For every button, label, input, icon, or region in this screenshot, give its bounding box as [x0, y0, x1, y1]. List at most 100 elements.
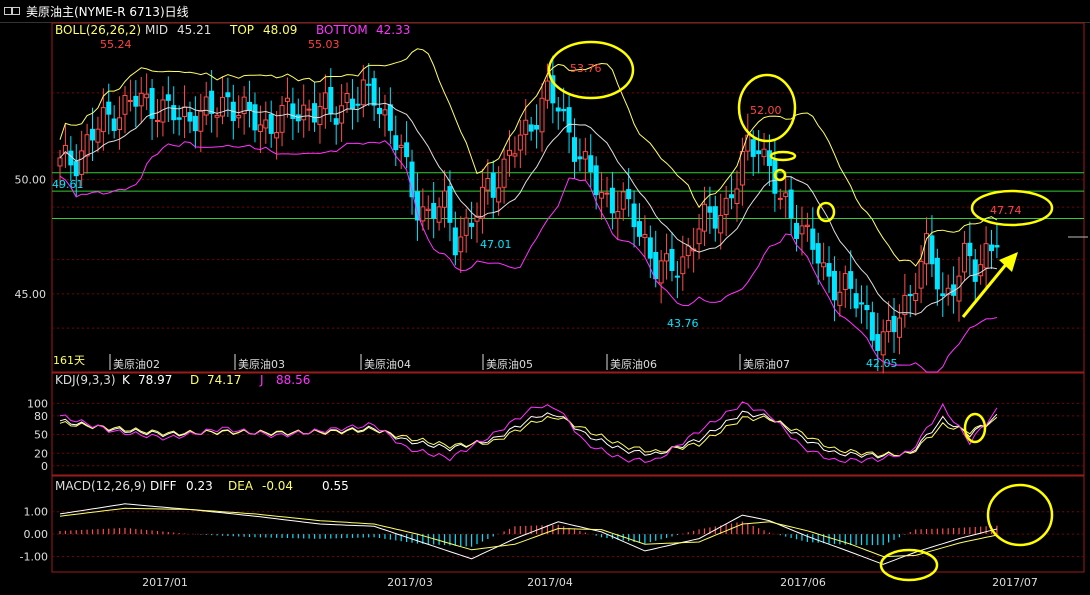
candle-body — [983, 243, 989, 269]
candle-body — [458, 236, 464, 253]
candle-body — [528, 124, 534, 132]
candle-body — [636, 221, 642, 237]
candle-body — [577, 156, 583, 160]
boll-bottom-label: BOTTOM — [316, 23, 368, 37]
boll-top-line — [59, 48, 998, 267]
candle-body — [734, 188, 740, 204]
candle-body — [317, 105, 323, 125]
price-panel: 50.00 45.00 美原油02 美原油03 美原油04 美原油05 美原油06 美原油07… — [15, 38, 1084, 374]
candle-body — [507, 149, 513, 156]
macd-y-tick: -1.00 — [20, 551, 48, 564]
candle-body — [859, 302, 865, 305]
candle-body — [756, 150, 762, 155]
candle-body — [404, 142, 410, 158]
x-tick-label: 2017/07 — [992, 576, 1038, 589]
candle-body — [198, 110, 204, 132]
candle-body — [284, 97, 290, 102]
contract-label: 美原油06 — [610, 357, 657, 371]
boll-bottom-value: 42.33 — [376, 23, 410, 37]
candle-body — [377, 107, 383, 115]
boll-top-label: TOP — [229, 23, 254, 37]
candle-body — [496, 187, 502, 203]
candle-body — [517, 134, 523, 151]
macd-dea-line — [59, 507, 998, 558]
candle-body — [371, 78, 377, 106]
candle-body — [512, 153, 518, 157]
candle-body — [940, 293, 946, 297]
candle-body — [631, 203, 637, 228]
kdj-y-tick: 20 — [34, 447, 48, 460]
contract-label: 美原油04 — [364, 357, 411, 371]
price-label-p7: 52.00 — [750, 104, 782, 117]
candle-body — [523, 119, 529, 135]
macd-label: MACD(12,26,9) — [55, 479, 146, 493]
candle-body — [306, 108, 312, 111]
candle-body — [393, 135, 399, 151]
candle-body — [588, 155, 594, 173]
price-label-p1: 55.24 — [100, 38, 132, 51]
candle-body — [647, 237, 653, 259]
window-icon[interactable] — [4, 7, 20, 15]
candle-body — [106, 101, 112, 115]
candle-body — [187, 112, 193, 122]
candle-body — [544, 80, 550, 101]
candle-body — [653, 251, 659, 280]
candle-body — [301, 104, 307, 121]
title-bar: 美原油主(NYME-R 6713)日线 — [0, 0, 1090, 23]
kdj-j-label: J — [259, 373, 264, 387]
candle-body — [701, 203, 707, 232]
kdj-k-label: K — [122, 373, 131, 387]
boll-mid-label: MID — [145, 23, 168, 37]
candle-body — [95, 128, 101, 143]
candle-body — [79, 150, 85, 175]
candle-body — [794, 222, 800, 239]
candle-body — [723, 197, 729, 216]
candle-body — [247, 101, 253, 111]
candle-body — [490, 172, 496, 198]
days-label: 161天 — [53, 354, 85, 367]
candle-body — [100, 107, 106, 133]
candle-body — [989, 244, 995, 252]
candle-body — [312, 103, 318, 123]
candle-body — [739, 151, 745, 186]
boll-label: BOLL(26,26,2) — [55, 23, 141, 37]
highlight-circle — [986, 483, 1054, 547]
candle-body — [279, 104, 285, 133]
candle-body — [599, 192, 605, 199]
candle-body — [84, 134, 90, 157]
candle-body — [869, 312, 875, 341]
candle-body — [609, 187, 615, 214]
candle-body — [826, 263, 832, 277]
candle-body — [880, 331, 886, 356]
candle-body — [664, 253, 670, 262]
macd-dea-label: DEA — [228, 479, 254, 493]
contract-label: 美原油03 — [238, 357, 285, 371]
candle-body — [344, 92, 350, 103]
candle-body — [138, 92, 144, 107]
candle-body — [366, 83, 372, 86]
candle-body — [593, 165, 599, 196]
candle-body — [972, 259, 978, 282]
candle-body — [133, 95, 139, 107]
candle-body — [842, 273, 848, 291]
candle-body — [479, 186, 485, 219]
annotations — [547, 40, 1088, 582]
candle-body — [777, 197, 783, 200]
kdj-j-value: 88.56 — [276, 373, 310, 387]
candle-body — [555, 107, 561, 112]
candle-body — [257, 124, 263, 132]
candle-body — [420, 206, 426, 222]
price-label-p2: 55.03 — [308, 38, 340, 51]
candle-body — [566, 107, 572, 133]
candle-body — [783, 192, 789, 198]
candle-body — [658, 260, 664, 284]
candle-body — [604, 192, 610, 195]
price-label-p9: 47.74 — [990, 204, 1022, 217]
macd-dea-value: -0.04 — [262, 479, 293, 493]
candle-body — [268, 113, 274, 134]
candle-body — [165, 94, 171, 101]
price-frame — [51, 22, 1085, 373]
kdj-y-tick: 80 — [34, 410, 48, 423]
candle-body — [209, 90, 215, 114]
candle-body — [674, 275, 680, 278]
